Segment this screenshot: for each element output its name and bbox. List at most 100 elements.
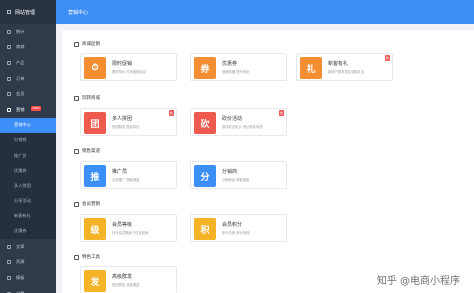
new-badge: NEW	[31, 105, 42, 111]
channel-icon	[74, 148, 79, 154]
sidebar-item-stats[interactable]: 统计	[0, 24, 56, 40]
sidebar-item-label: 模板	[16, 275, 25, 281]
card-distributor[interactable]: 分 分销商 分销商品 获取佣金	[190, 161, 287, 189]
card-coupon[interactable]: 券 优惠券 营销利器 提升转化	[190, 53, 287, 81]
sidebar-item-label: 会员	[16, 91, 25, 97]
article-icon	[7, 244, 11, 249]
sidebar-subitem-promoter[interactable]: 推广员	[0, 147, 56, 164]
watermark: 知乎 @电商小程序	[376, 276, 460, 287]
card-group-buy[interactable]: 团 多人拼团 拼团裂变 提高转化 热	[80, 108, 177, 136]
bargain-icon: 砍	[194, 112, 216, 134]
tool-icon	[74, 254, 79, 260]
card-member-points[interactable]: 积 会员积分 积分兑换 积分抵现	[190, 214, 287, 242]
card-title: 会员等级	[112, 222, 133, 228]
section-header: 商城促销	[74, 40, 100, 48]
top-bar: 营销中心	[56, 0, 474, 24]
section-header: 特色工具	[74, 253, 100, 261]
card-desc: 营销利器 提升转化	[222, 70, 250, 74]
sidebar-subitem-coupon-2[interactable]: 优惠券	[0, 223, 56, 240]
card-desc: 邀请好友砍价 低价购买商品	[222, 125, 263, 129]
medal-icon: 级	[84, 218, 106, 240]
card-desc: 互相推广 获取佣金	[112, 178, 140, 182]
sidebar-subitem-marketing-center[interactable]: 营销中心	[0, 117, 56, 133]
sidebar-item-members[interactable]: 会员	[0, 86, 56, 102]
sidebar-item-settings[interactable]: 设置	[0, 286, 56, 293]
sidebar-subitem-group-buy[interactable]: 多人拼团	[0, 178, 56, 194]
card-new-customer-gift[interactable]: 礼 新客有礼 新用户首次进店领取礼包 新	[296, 53, 393, 81]
card-desc: 积分兑换 积分抵现	[222, 231, 250, 235]
gift-icon: 礼	[300, 57, 322, 79]
card-title: 优惠券	[222, 61, 238, 67]
card-promoter[interactable]: 推 推广员 互相推广 获取佣金	[80, 161, 177, 189]
sidebar-item-label: 营销	[16, 106, 25, 112]
card-title: 推广员	[112, 169, 128, 175]
card-title: 会员积分	[222, 222, 243, 228]
card-desc: 短信群发 消息推送	[112, 283, 140, 287]
cart-icon: 积	[194, 218, 216, 240]
sidebar-item-templates[interactable]: 模板	[0, 270, 56, 286]
card-member-level[interactable]: 级 会员等级 针对会员等级个性化营销	[80, 214, 177, 242]
sidebar: 网站管理 统计 商城 产品 订单 会员 营销 NEW 营销中心 分销商 推广员 …	[0, 0, 56, 293]
template-icon	[7, 276, 11, 281]
page-title: 营销中心	[68, 9, 89, 16]
sidebar-item-label: 商城	[16, 44, 25, 50]
store-icon	[74, 41, 79, 47]
section-title: 玩转商城	[82, 96, 100, 101]
card-mass-message[interactable]: 发 高级群发 短信群发 消息推送	[80, 266, 177, 293]
card-title: 多人拼团	[112, 116, 133, 122]
distributor-icon: 分	[194, 165, 216, 187]
resource-icon	[7, 260, 11, 265]
sidebar-item-resources[interactable]: 资源	[0, 255, 56, 271]
sidebar-item-label: 产品	[16, 59, 25, 65]
sidebar-item-label: 资源	[16, 259, 25, 265]
card-desc: 新用户首次进店领取礼包	[328, 70, 365, 74]
section-title: 商城促销	[82, 42, 100, 47]
section-title: 销售渠道	[82, 149, 100, 154]
marketing-icon	[7, 107, 11, 112]
sidebar-item-products[interactable]: 产品	[0, 55, 56, 71]
sidebar-item-articles[interactable]: 文章	[0, 239, 56, 255]
section-header: 会员营销	[74, 200, 100, 208]
card-bargain[interactable]: 砍 砍价活动 邀请好友砍价 低价购买商品 热	[190, 108, 287, 136]
section-title: 会员营销	[82, 202, 100, 207]
broadcast-icon: 发	[84, 270, 106, 292]
box-icon	[7, 60, 11, 65]
card-desc: 针对会员等级个性化营销	[112, 231, 149, 235]
app-logo[interactable]: 网站管理	[0, 0, 56, 24]
sidebar-item-label: 统计	[16, 28, 25, 34]
sidebar-subitem-distributor[interactable]: 分销商	[0, 132, 56, 148]
sidebar-subitem-share[interactable]: 分享活动	[0, 193, 56, 209]
section-header: 销售渠道	[74, 147, 100, 155]
card-title: 分销商	[222, 169, 238, 175]
card-title: 新客有礼	[328, 61, 349, 67]
app-window: 网站管理 统计 商城 产品 订单 会员 营销 NEW 营销中心 分销商 推广员 …	[0, 0, 474, 293]
store-icon	[7, 45, 11, 50]
card-desc: 拼团裂变 提高转化	[112, 125, 140, 129]
user-icon	[7, 92, 11, 97]
section-header: 玩转商城	[74, 94, 100, 102]
marketing-panel: 商城促销 ⏱ 限时促销 限时特价 打折促销活动 券 优惠券 营销利器 提升转化 …	[62, 30, 474, 293]
order-icon	[7, 76, 11, 81]
card-desc: 分销商品 获取佣金	[222, 178, 250, 182]
chart-icon	[7, 29, 11, 34]
flash-sale-icon: ⏱	[84, 57, 106, 79]
card-flash-sale[interactable]: ⏱ 限时促销 限时特价 打折促销活动	[80, 53, 177, 81]
member-icon	[74, 201, 79, 207]
corner-badge: 热	[169, 110, 174, 116]
sidebar-subitem-new-customer[interactable]: 新客有礼	[0, 208, 56, 224]
sidebar-item-store[interactable]: 商城	[0, 40, 56, 56]
group-buy-icon: 团	[84, 112, 106, 134]
section-title: 特色工具	[82, 255, 100, 260]
card-title: 高级群发	[112, 274, 133, 280]
app-title: 网站管理	[15, 9, 36, 16]
corner-badge: 新	[385, 55, 390, 61]
coupon-icon: 券	[194, 57, 216, 79]
sidebar-item-orders[interactable]: 订单	[0, 71, 56, 87]
card-desc: 限时特价 打折促销活动	[112, 70, 147, 74]
sidebar-item-marketing[interactable]: 营销 NEW	[0, 102, 56, 118]
gift-box-icon	[74, 95, 79, 101]
megaphone-icon: 推	[84, 165, 106, 187]
sidebar-item-label: 文章	[16, 243, 25, 249]
sidebar-subitem-coupon[interactable]: 优惠券	[0, 163, 56, 179]
logo-icon	[7, 10, 11, 14]
